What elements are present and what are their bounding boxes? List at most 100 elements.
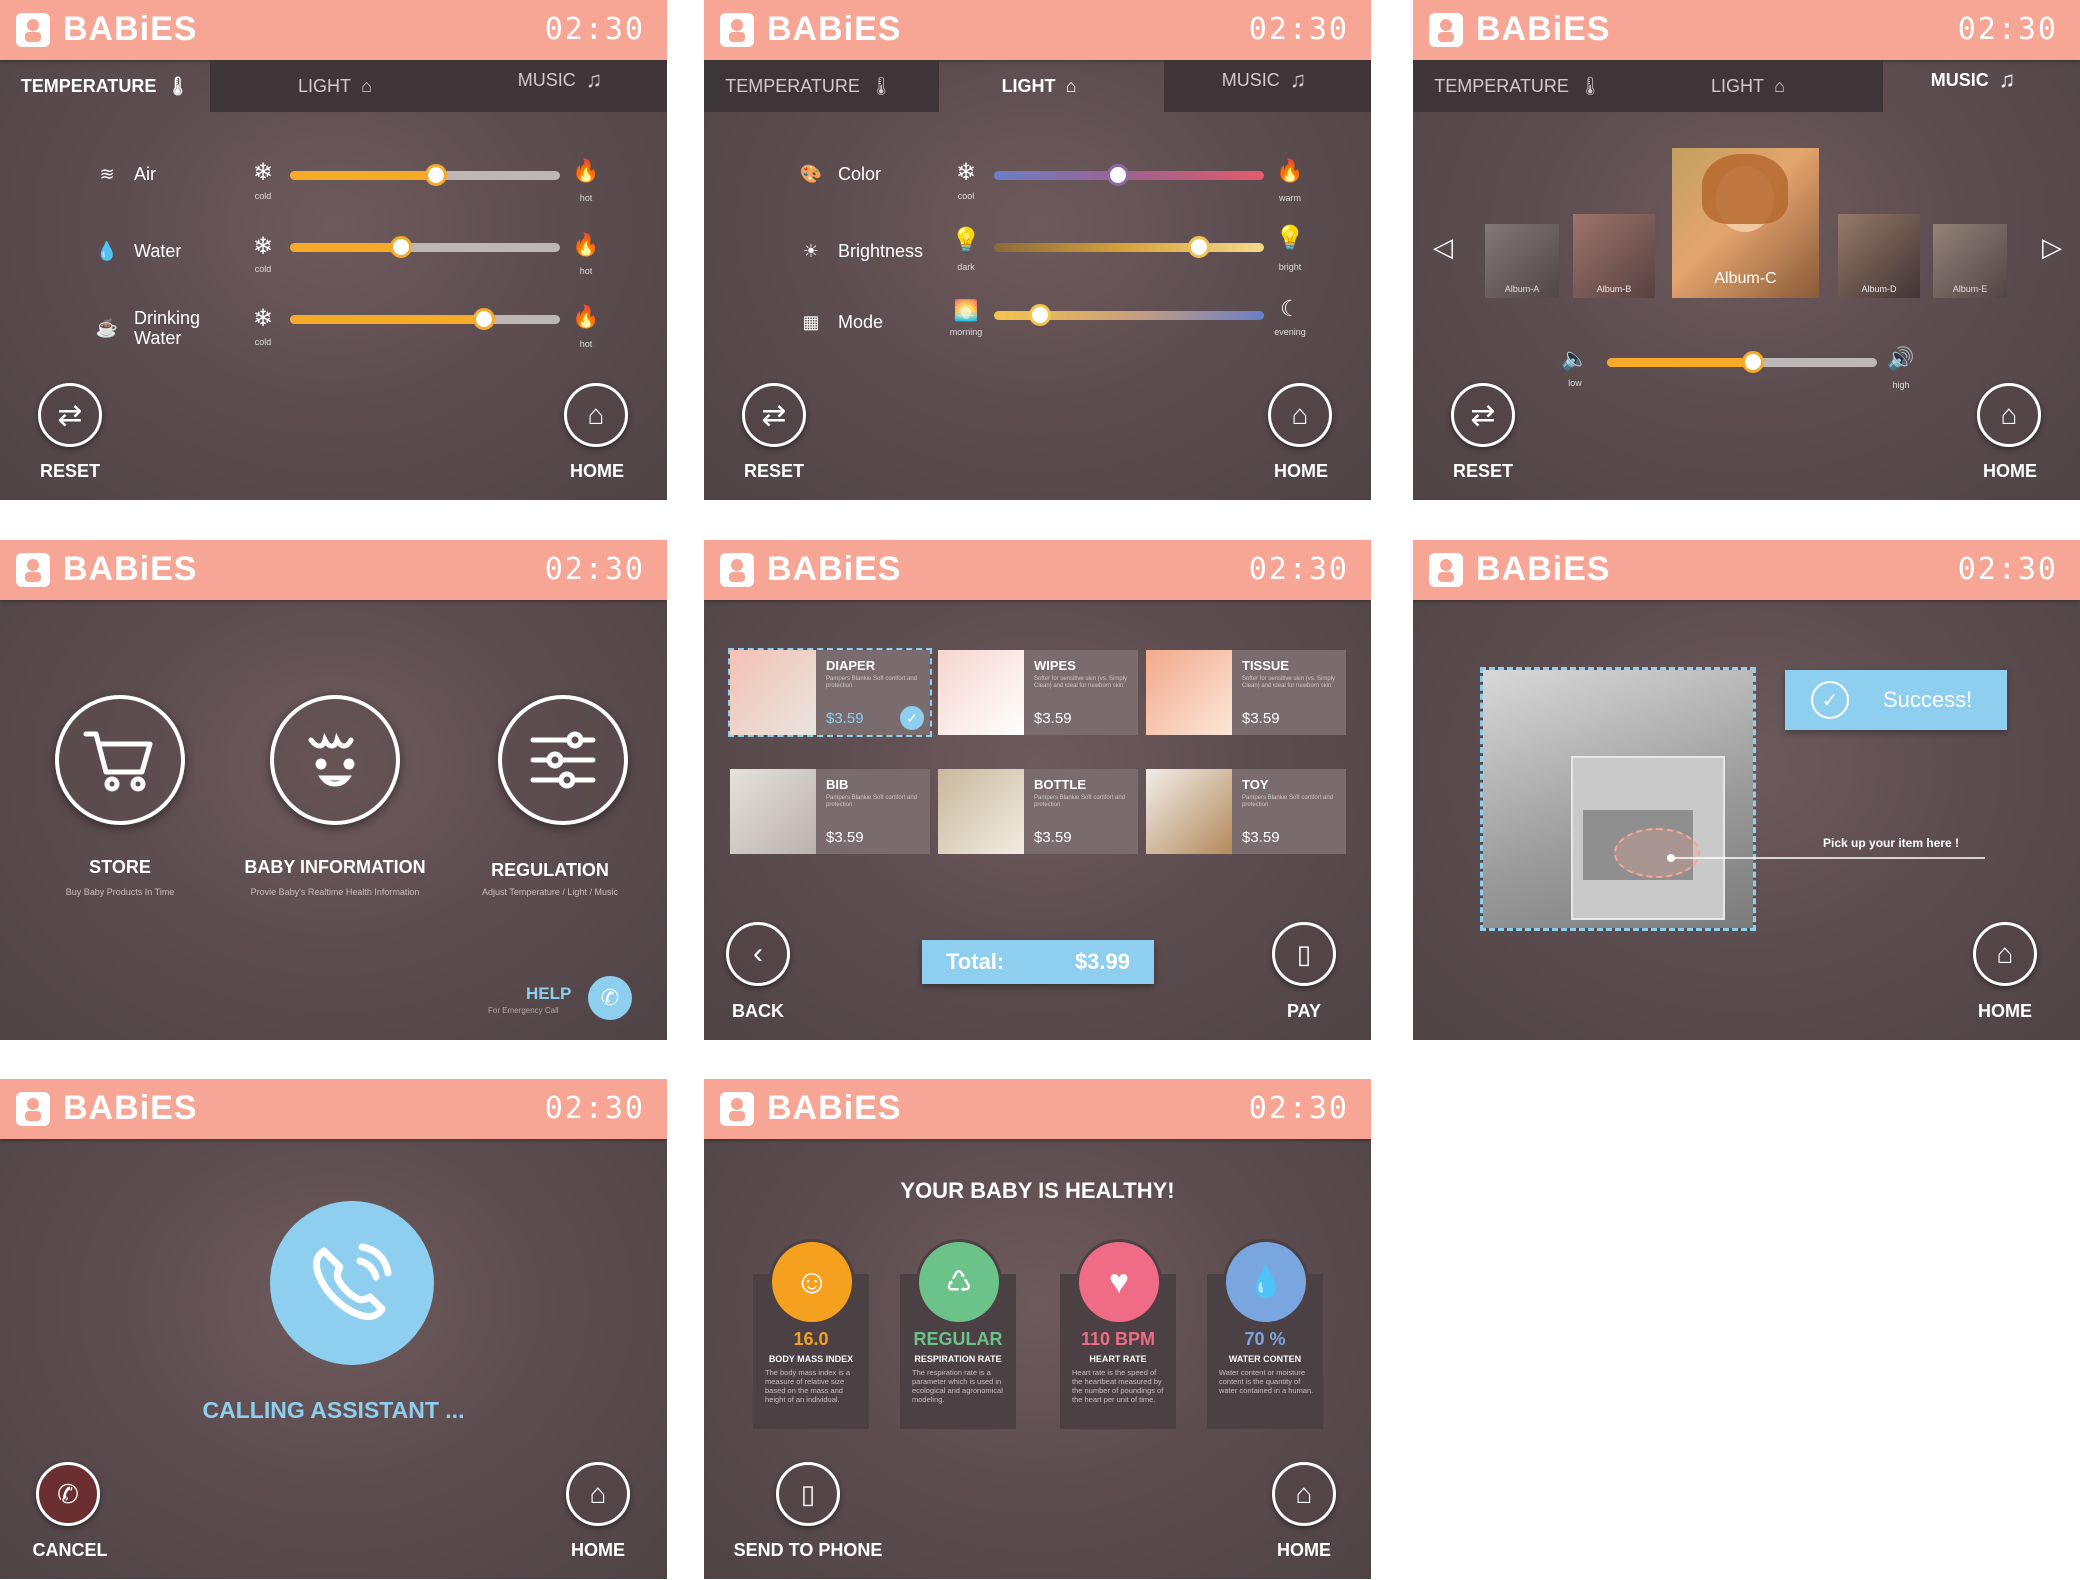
logo-icon xyxy=(16,13,50,47)
reset-button[interactable]: ⇄ xyxy=(1451,383,1515,447)
product-image xyxy=(730,650,816,735)
reset-label: RESET xyxy=(39,461,100,481)
store-button[interactable] xyxy=(55,695,185,825)
heart-icon: ♥ xyxy=(1076,1239,1162,1325)
home-button[interactable]: ⌂ xyxy=(1977,383,2041,447)
total-value: $3.99 xyxy=(1074,949,1130,974)
home-label: HOME xyxy=(1277,1540,1331,1560)
slider-max-label: hot xyxy=(579,339,593,349)
slider-max-label: warm xyxy=(1279,193,1301,203)
mode-slider[interactable] xyxy=(994,304,1264,326)
slider-knob[interactable] xyxy=(1029,304,1051,326)
home-icon: ⌂ xyxy=(587,399,605,430)
album-cover[interactable]: Album-B xyxy=(1573,214,1655,298)
help-label: HELP xyxy=(526,984,572,1003)
product-card-bottle[interactable]: BOTTLE Pampers Blankie Soft comfort and … xyxy=(938,769,1138,854)
drinking-water-slider[interactable] xyxy=(290,308,560,330)
prev-arrow-icon[interactable]: ◁ xyxy=(1433,232,1453,263)
menu-title: BABY INFORMATION xyxy=(244,857,426,877)
tab-light[interactable]: LIGHT ⌂ xyxy=(954,60,1124,112)
slider-knob[interactable] xyxy=(473,308,495,330)
pickup-caption: Pick up your item here ! xyxy=(1823,836,1960,850)
home-button[interactable]: ⌂ xyxy=(1973,922,2037,986)
reset-button[interactable]: ⇄ xyxy=(742,383,806,447)
tab-light[interactable]: LIGHT ⌂ xyxy=(1663,60,1833,112)
check-icon: ✓ xyxy=(900,706,924,730)
product-card-bib[interactable]: BIB Pampers Blankie Soft comfort and pro… xyxy=(730,769,930,854)
app-header: BABiES 02:30 xyxy=(0,1079,667,1139)
home-button[interactable]: ⌂ xyxy=(1268,383,1332,447)
brand-title: BABiES xyxy=(63,550,198,588)
snowflake-icon: ❄ xyxy=(252,159,274,186)
next-arrow-icon[interactable]: ▷ xyxy=(2042,232,2062,263)
stat-label: BODY MASS INDEX xyxy=(768,1354,854,1364)
stat-label: RESPIRATION RATE xyxy=(914,1354,1002,1364)
tab-music[interactable]: MUSIC ♫ xyxy=(470,54,650,106)
product-image xyxy=(1146,650,1232,735)
product-name: TISSUE xyxy=(1242,658,1289,673)
volume-slider[interactable] xyxy=(1607,351,1877,373)
phone-help-button[interactable]: ✆ xyxy=(588,976,632,1020)
album-cover[interactable]: Album-A xyxy=(1485,224,1559,298)
screen-pickup: BABiES 02:30 Pick up your item here ! ✓ … xyxy=(1413,540,2080,1040)
pay-button[interactable]: ▯ xyxy=(1272,922,1336,986)
album-cover-selected[interactable]: Album-C xyxy=(1672,148,1819,298)
tab-temperature[interactable]: TEMPERATURE 🌡 xyxy=(1413,60,1623,112)
app-header: BABiES 02:30 xyxy=(704,540,1371,600)
chevron-left-icon: ‹ xyxy=(753,937,763,970)
screen-health: BABiES 02:30 YOUR BABY IS HEALTHY! ☺ 16.… xyxy=(704,1079,1371,1579)
home-icon: ⌂ xyxy=(1291,399,1309,430)
product-card-toy[interactable]: TOY Pampers Blankie Soft comfort and pro… xyxy=(1146,769,1346,854)
product-desc: Pampers Blankie Soft comfort and protect… xyxy=(826,795,918,808)
calling-text: CALLING ASSISTANT ... xyxy=(202,1397,465,1423)
phone-device-icon: ▯ xyxy=(800,1478,816,1509)
home-button[interactable]: ⌂ xyxy=(564,383,628,447)
tab-music[interactable]: MUSIC ♫ xyxy=(1883,54,2063,106)
home-icon: ⌂ xyxy=(1996,938,2014,969)
clock: 02:30 xyxy=(1248,12,1349,47)
screen-temperature: BABiES 02:30 TEMPERATURE 🌡 LIGHT ⌂ MUSIC ♫ … xyxy=(0,0,667,500)
baby-information-button[interactable] xyxy=(270,695,400,825)
total-display: Total: $3.99 xyxy=(922,940,1154,984)
product-card-diaper[interactable]: DIAPER Pampers Blankie Soft comfort and … xyxy=(728,648,932,737)
home-button[interactable]: ⌂ xyxy=(1272,1462,1336,1526)
slider-min-label: morning xyxy=(949,327,983,337)
tab-music[interactable]: MUSIC ♫ xyxy=(1174,54,1354,106)
slider-knob[interactable] xyxy=(1107,164,1129,186)
product-card-tissue[interactable]: TISSUE Softer for sensitive skin (vs. Si… xyxy=(1146,650,1346,735)
tab-temperature[interactable]: TEMPERATURE 🌡 xyxy=(0,60,210,112)
stat-desc: The body mass index is a measure of rela… xyxy=(765,1368,851,1404)
reset-button[interactable]: ⇄ xyxy=(38,383,102,447)
air-slider[interactable] xyxy=(290,164,560,186)
back-button[interactable]: ‹ xyxy=(726,922,790,986)
home-label: HOME xyxy=(570,461,624,481)
slider-knob[interactable] xyxy=(425,164,447,186)
home-button[interactable]: ⌂ xyxy=(566,1462,630,1526)
tab-temperature[interactable]: TEMPERATURE 🌡 xyxy=(704,60,914,112)
product-image xyxy=(730,769,816,854)
row-color: 🎨 Color xyxy=(799,163,882,184)
album-cover[interactable]: Album-E xyxy=(1933,224,2007,298)
water-drop-icon: 💧 xyxy=(1223,1239,1309,1325)
regulation-button[interactable] xyxy=(498,695,628,825)
brand-title: BABiES xyxy=(63,10,198,48)
stat-value: REGULAR xyxy=(913,1329,1003,1349)
brightness-slider[interactable] xyxy=(994,236,1264,258)
product-card-wipes[interactable]: WIPES Softer for sensitive skin (vs. Sim… xyxy=(938,650,1138,735)
send-to-phone-button[interactable]: ▯ xyxy=(776,1462,840,1526)
stat-label: WATER CONTEN xyxy=(1228,1354,1302,1364)
volume-low-icon: 🔈 xyxy=(1561,346,1589,371)
slider-knob[interactable] xyxy=(390,236,412,258)
lungs-icon: ♺ xyxy=(916,1239,1002,1325)
logo-icon xyxy=(720,1092,754,1126)
tab-light[interactable]: LIGHT ⌂ xyxy=(250,60,420,112)
water-slider[interactable] xyxy=(290,236,560,258)
slider-knob[interactable] xyxy=(1742,351,1764,373)
slider-max-label: hot xyxy=(579,266,593,276)
color-slider[interactable] xyxy=(994,164,1264,186)
cancel-button[interactable]: ✆ xyxy=(36,1462,100,1526)
slider-knob[interactable] xyxy=(1188,236,1210,258)
thermometer-icon: 🌡 xyxy=(1578,75,1602,96)
album-cover[interactable]: Album-D xyxy=(1838,214,1920,298)
product-name: BIB xyxy=(826,777,849,792)
